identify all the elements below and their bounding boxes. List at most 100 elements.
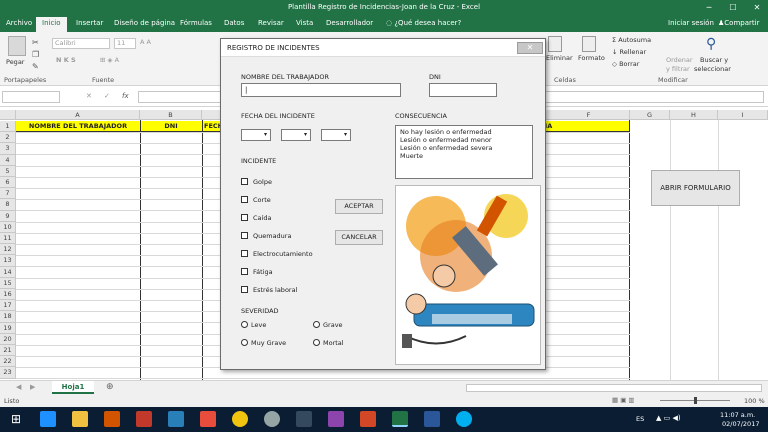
- fecha-year-combo[interactable]: ▾: [321, 129, 351, 141]
- name-box[interactable]: [2, 91, 60, 103]
- app-icon[interactable]: [168, 411, 184, 427]
- row-header[interactable]: 4: [0, 154, 16, 166]
- list-item[interactable]: Lesión o enfermedad menor: [400, 136, 492, 144]
- minimize-button[interactable]: ─: [702, 2, 716, 13]
- dialog-title-bar[interactable]: REGISTRO DE INCIDENTES ✕: [221, 39, 545, 57]
- checkbox-electrocutamiento[interactable]: [241, 250, 248, 257]
- clock-date[interactable]: 02/07/2017: [722, 420, 759, 428]
- row-header[interactable]: 18: [0, 311, 16, 323]
- cancelar-button[interactable]: CANCELAR: [335, 230, 383, 245]
- view-buttons[interactable]: ▦ ▣ ▥: [612, 396, 635, 404]
- next-sheet-icon[interactable]: ▶: [30, 383, 35, 391]
- signin-link[interactable]: Iniciar sesión: [668, 19, 714, 27]
- ordenar-button[interactable]: Ordenar: [666, 56, 693, 64]
- paste-button[interactable]: Pegar: [6, 58, 24, 66]
- dialog-close-button[interactable]: ✕: [517, 42, 543, 54]
- row-header[interactable]: 2: [0, 132, 16, 144]
- tab-insertar[interactable]: Insertar: [76, 19, 103, 27]
- sheet-tab-hoja1[interactable]: Hoja1: [52, 381, 94, 394]
- row-header[interactable]: 21: [0, 345, 16, 357]
- clock-time[interactable]: 11:07 a.m.: [720, 411, 755, 419]
- nombre-input[interactable]: |: [241, 83, 401, 97]
- app-icon[interactable]: [136, 411, 152, 427]
- chrome-icon[interactable]: [232, 411, 248, 427]
- radio-label[interactable]: Muy Grave: [251, 339, 286, 347]
- tray-icons[interactable]: ▲ ▭ ◀): [656, 414, 681, 422]
- radio-label[interactable]: Mortal: [323, 339, 344, 347]
- borrar-button[interactable]: ◇ Borrar: [612, 60, 639, 68]
- close-window-button[interactable]: ✕: [750, 2, 764, 13]
- row-header[interactable]: 5: [0, 165, 16, 177]
- search-icon[interactable]: ⚲: [706, 36, 716, 52]
- eliminar-button[interactable]: Eliminar: [546, 54, 573, 62]
- checkbox-label[interactable]: Quemadura: [253, 232, 291, 240]
- file-explorer-icon[interactable]: [72, 411, 88, 427]
- row-header[interactable]: 20: [0, 333, 16, 345]
- font-name-select[interactable]: Calibri: [52, 38, 110, 49]
- checkbox-label[interactable]: Caída: [253, 214, 271, 222]
- border-icon[interactable]: ⊞ ◈ A: [100, 56, 119, 64]
- tab-inicio[interactable]: Inicio: [36, 17, 67, 32]
- row-header[interactable]: 3: [0, 143, 16, 155]
- column-header-f[interactable]: F: [548, 110, 630, 120]
- fecha-day-combo[interactable]: ▾: [241, 129, 271, 141]
- row-header[interactable]: 23: [0, 367, 16, 379]
- checkbox-label[interactable]: Estrés laboral: [253, 286, 297, 294]
- column-header-a[interactable]: A: [16, 110, 140, 120]
- bold-italic-underline[interactable]: N K S: [56, 56, 76, 64]
- tab-desarrollador[interactable]: Desarrollador: [326, 19, 373, 27]
- row-header[interactable]: 7: [0, 188, 16, 200]
- row-header[interactable]: 16: [0, 289, 16, 301]
- list-item[interactable]: Muerte: [400, 152, 423, 160]
- tab-revisar[interactable]: Revisar: [258, 19, 284, 27]
- windows-start-icon[interactable]: ⊞: [8, 411, 24, 427]
- row-header[interactable]: 11: [0, 233, 16, 245]
- tab-diseno[interactable]: Diseño de página: [114, 19, 175, 27]
- format-painter-icon[interactable]: ✎: [32, 62, 39, 71]
- delete-cells-icon[interactable]: [548, 36, 562, 52]
- app-icon[interactable]: [200, 411, 216, 427]
- filtrar-label[interactable]: y filtrar: [666, 65, 690, 73]
- row-header[interactable]: 17: [0, 300, 16, 312]
- language-indicator[interactable]: ES: [636, 415, 644, 423]
- row-header[interactable]: 12: [0, 244, 16, 256]
- row-header[interactable]: 8: [0, 199, 16, 211]
- grow-font-icon[interactable]: A A: [140, 38, 151, 46]
- radio-label[interactable]: Grave: [323, 321, 343, 329]
- row-header[interactable]: 10: [0, 221, 16, 233]
- checkbox-caida[interactable]: [241, 214, 248, 221]
- font-size-select[interactable]: 11: [114, 38, 136, 49]
- row-header[interactable]: 9: [0, 210, 16, 222]
- zoom-thumb[interactable]: [694, 397, 697, 404]
- add-sheet-icon[interactable]: ⊕: [106, 382, 114, 392]
- row-header[interactable]: 1: [0, 121, 16, 133]
- onenote-icon[interactable]: [328, 411, 344, 427]
- consecuencia-listbox[interactable]: No hay lesión o enfermedad Lesión o enfe…: [395, 125, 533, 179]
- app-icon[interactable]: [296, 411, 312, 427]
- checkbox-quemadura[interactable]: [241, 232, 248, 239]
- horizontal-scrollbar[interactable]: [466, 384, 762, 392]
- excel-icon[interactable]: [392, 411, 408, 427]
- row-header[interactable]: 14: [0, 266, 16, 278]
- autosuma-button[interactable]: Σ Autosuma: [612, 36, 651, 44]
- dni-input[interactable]: [429, 83, 497, 97]
- checkbox-label[interactable]: Fátiga: [253, 268, 273, 276]
- fecha-month-combo[interactable]: ▾: [281, 129, 311, 141]
- copy-icon[interactable]: ❐: [32, 50, 39, 59]
- tab-datos[interactable]: Datos: [224, 19, 244, 27]
- checkbox-golpe[interactable]: [241, 178, 248, 185]
- checkbox-estres[interactable]: [241, 286, 248, 293]
- format-cells-icon[interactable]: [582, 36, 596, 52]
- zoom-level[interactable]: 100 %: [744, 397, 765, 405]
- row-header[interactable]: 22: [0, 356, 16, 368]
- checkbox-corte[interactable]: [241, 196, 248, 203]
- seleccionar-label[interactable]: seleccionar: [694, 65, 731, 73]
- cut-icon[interactable]: ✂: [32, 38, 39, 47]
- formato-button[interactable]: Formato: [578, 54, 605, 62]
- insert-function-icon[interactable]: fx: [122, 92, 129, 100]
- radio-leve[interactable]: [241, 321, 248, 328]
- word-icon[interactable]: [424, 411, 440, 427]
- abrir-formulario-button[interactable]: ABRIR FORMULARIO: [651, 170, 740, 206]
- aceptar-button[interactable]: ACEPTAR: [335, 199, 383, 214]
- paste-icon[interactable]: [8, 36, 26, 56]
